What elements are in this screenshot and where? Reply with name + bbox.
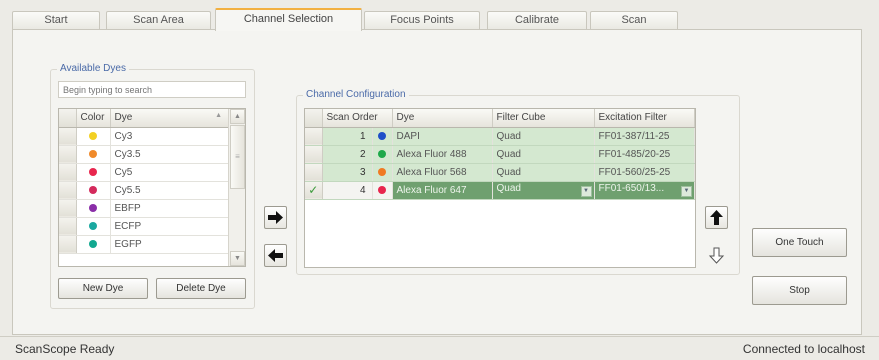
checkmark-icon: ✓	[308, 183, 319, 197]
dye-name: Cy3	[110, 127, 245, 146]
channel-excitation-filter: FF01-560/25-25	[594, 163, 695, 182]
dye-search-input[interactable]	[58, 81, 246, 98]
dye-color-dot	[89, 131, 97, 140]
scan-order: 1	[322, 127, 373, 146]
channel-configuration-table[interactable]: Scan Order Dye Filter Cube Excitation Fi…	[304, 108, 696, 268]
dye-row[interactable]: EBFP	[59, 199, 245, 218]
channel-dye: Alexa Fluor 647	[392, 181, 493, 200]
channel-color-dot	[378, 185, 386, 194]
dye-list-scrollbar[interactable]: ▲ ≡ ▼	[228, 109, 245, 266]
chevron-down-icon[interactable]: ▼	[681, 186, 692, 197]
dye-row[interactable]: Cy5.5	[59, 181, 245, 200]
tab-scan[interactable]: Scan	[590, 11, 678, 30]
row-header-corner	[59, 109, 77, 128]
arrow-down-icon	[708, 247, 725, 264]
channel-color-dot	[378, 167, 386, 176]
dye-column-label: Dye	[114, 112, 133, 124]
scroll-thumb[interactable]: ≡	[230, 125, 245, 189]
scroll-up-icon[interactable]: ▲	[230, 109, 245, 124]
channel-row-selected[interactable]: ✓ 4 Alexa Fluor 647 Quad ▼ FF01-650/13...…	[305, 181, 695, 200]
move-down-button[interactable]	[705, 244, 728, 267]
channel-excitation-filter: FF01-387/11-25	[594, 127, 695, 146]
excitation-filter-value: FF01-650/13...	[598, 183, 665, 194]
channel-row[interactable]: 1 DAPI Quad FF01-387/11-25	[305, 127, 695, 146]
channel-dye: Alexa Fluor 568	[392, 163, 493, 182]
tab-calibrate[interactable]: Calibrate	[487, 11, 587, 30]
dye-color-dot	[89, 203, 97, 212]
move-up-button[interactable]	[705, 206, 728, 229]
connection-status: Connected to localhost	[742, 342, 865, 356]
scroll-down-icon[interactable]: ▼	[230, 251, 245, 266]
channel-dye: DAPI	[392, 127, 493, 146]
tab-channel-selection[interactable]: Channel Selection	[215, 8, 362, 31]
dye-row[interactable]: Cy3	[59, 127, 245, 146]
excitation-filter-column-header[interactable]: Excitation Filter	[594, 109, 695, 128]
channel-color-dot	[378, 131, 386, 140]
arrow-up-icon	[710, 210, 723, 225]
scan-order: 4	[322, 181, 373, 200]
channel-filter-cube: Quad	[492, 145, 595, 164]
arrow-left-icon	[268, 249, 283, 262]
excitation-filter-dropdown[interactable]: FF01-650/13... ▼	[594, 181, 695, 200]
stop-button[interactable]: Stop	[752, 276, 847, 305]
scan-order-column-header[interactable]: Scan Order	[322, 109, 393, 128]
tab-scan-area[interactable]: Scan Area	[106, 11, 211, 30]
dye-row[interactable]: ECFP	[59, 217, 245, 236]
dye-color-dot	[89, 185, 97, 194]
status-text: ScanScope Ready	[15, 342, 115, 356]
new-dye-button[interactable]: New Dye	[58, 278, 148, 299]
delete-dye-button[interactable]: Delete Dye	[156, 278, 246, 299]
channel-configuration-title: Channel Configuration	[303, 89, 409, 100]
dye-name: ECFP	[110, 217, 245, 236]
channel-row[interactable]: 3 Alexa Fluor 568 Quad FF01-560/25-25	[305, 163, 695, 182]
remove-channel-button[interactable]	[264, 244, 287, 267]
dye-name: Cy5	[110, 163, 245, 182]
add-channel-button[interactable]	[264, 206, 287, 229]
dye-name: EGFP	[110, 235, 245, 254]
dye-color-dot	[89, 149, 97, 158]
available-dyes-title: Available Dyes	[57, 63, 129, 74]
dye-color-dot	[89, 167, 97, 176]
dye-row[interactable]: EGFP	[59, 235, 245, 254]
channel-excitation-filter: FF01-485/20-25	[594, 145, 695, 164]
channel-filter-cube: Quad	[492, 127, 595, 146]
dye-row[interactable]: Cy5	[59, 163, 245, 182]
scan-order: 2	[322, 145, 373, 164]
dye-row[interactable]: Cy3.5	[59, 145, 245, 164]
available-dyes-table[interactable]: Color Dye ▲ Cy3 Cy3.5 Cy5 Cy5.5 EBFP ECFP…	[58, 108, 246, 267]
dye-color-dot	[89, 239, 97, 248]
tab-focus-points[interactable]: Focus Points	[364, 11, 480, 30]
scan-order: 3	[322, 163, 373, 182]
tab-bar: Start Scan Area Channel Selection Focus …	[12, 8, 862, 31]
dye-column-header[interactable]: Dye	[392, 109, 493, 128]
one-touch-button[interactable]: One Touch	[752, 228, 847, 257]
channel-color-dot	[378, 149, 386, 158]
chevron-down-icon[interactable]: ▼	[580, 186, 592, 197]
status-bar: ScanScope Ready Connected to localhost	[0, 336, 879, 360]
filter-cube-dropdown[interactable]: Quad ▼	[492, 181, 595, 200]
channel-filter-cube: Quad	[492, 163, 595, 182]
color-column-header[interactable]: Color	[76, 109, 111, 128]
sort-ascending-icon: ▲	[215, 112, 222, 120]
filter-cube-column-header[interactable]: Filter Cube	[492, 109, 595, 128]
dye-column-header[interactable]: Dye ▲	[110, 109, 245, 128]
dye-color-dot	[89, 221, 97, 230]
dye-name: Cy3.5	[110, 145, 245, 164]
dye-name: Cy5.5	[110, 181, 245, 200]
channel-dye: Alexa Fluor 488	[392, 145, 493, 164]
app-window: Start Scan Area Channel Selection Focus …	[0, 0, 879, 360]
dye-name: EBFP	[110, 199, 245, 218]
channel-row[interactable]: 2 Alexa Fluor 488 Quad FF01-485/20-25	[305, 145, 695, 164]
arrow-right-icon	[268, 211, 283, 224]
row-header-corner	[305, 109, 323, 128]
filter-cube-value: Quad	[496, 183, 521, 194]
tab-start[interactable]: Start	[12, 11, 100, 30]
